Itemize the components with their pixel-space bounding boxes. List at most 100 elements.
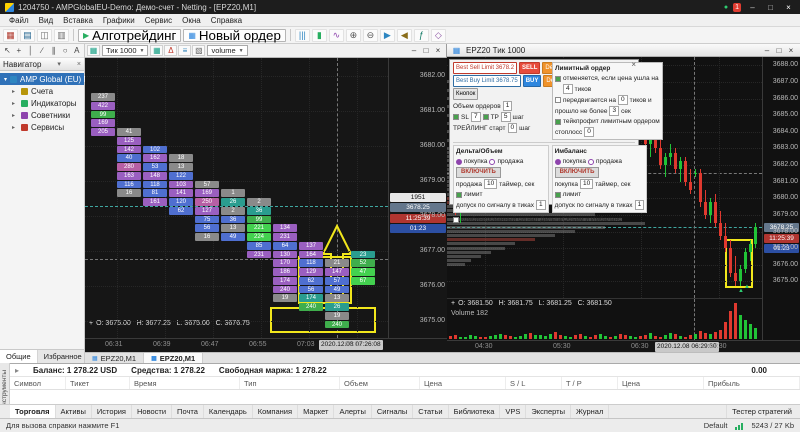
text-icon[interactable]: A	[71, 45, 82, 56]
delta-tolerance-input[interactable]: 1	[535, 200, 546, 210]
menu-item-справка[interactable]: Справка	[206, 16, 247, 25]
menu-item-вставка[interactable]: Вставка	[58, 16, 98, 25]
bar-chart-icon[interactable]: |||	[294, 28, 310, 42]
buttons-toggle-button[interactable]: Кнопок	[453, 88, 479, 100]
profile-selector[interactable]: Default	[704, 421, 728, 430]
zoom-in-icon[interactable]: ⊕	[345, 28, 361, 42]
maximize-button[interactable]: □	[764, 3, 777, 12]
vertical-line-icon[interactable]: │	[25, 45, 36, 56]
navigator-close-icon[interactable]: ×	[77, 61, 81, 68]
column-header[interactable]: Время	[130, 377, 240, 389]
elapsed-input[interactable]: 3	[609, 106, 620, 116]
best-sell-limit-button[interactable]: Best Sell Limit 3678.2	[453, 62, 518, 74]
child-restore-button[interactable]: □	[420, 46, 432, 55]
sl-input[interactable]: 7	[470, 112, 481, 122]
stoploss-input[interactable]: 0	[584, 127, 594, 137]
cluster-settings-icon[interactable]: ▧	[192, 45, 206, 56]
imbalance-limit-checkbox[interactable]	[554, 191, 561, 198]
imbalance-timer-input[interactable]: 10	[580, 179, 594, 189]
tick-time-axis[interactable]: 2020.12.08 06:29:30 04:30 05:30 06:30 07:30	[447, 340, 800, 352]
indicators-icon[interactable]: ƒ	[413, 28, 429, 42]
toolbox-tab-Торговля[interactable]: Торговля	[10, 405, 56, 418]
ellipse-icon[interactable]: ○	[60, 45, 71, 56]
column-header[interactable]: S / L	[506, 377, 562, 389]
imbalance-enable-button[interactable]: ВКЛЮЧИТЬ	[554, 167, 600, 178]
new-chart-icon[interactable]: ▦	[3, 28, 18, 42]
crosshair-icon[interactable]: +	[14, 45, 25, 56]
child-close-button[interactable]: ×	[785, 46, 797, 55]
cluster-price-scale[interactable]: 1951 3678.25 11:25:39 01:23 3682.00 3681.…	[388, 58, 447, 338]
column-header[interactable]: Прибыль	[704, 377, 800, 389]
toolbox-tab-Сигналы[interactable]: Сигналы	[372, 405, 414, 418]
sidebar-item[interactable]: ▾ AMP Global (EU) MT5	[0, 73, 99, 85]
menu-item-сервис[interactable]: Сервис	[140, 16, 177, 25]
delta-enable-button[interactable]: ВКЛЮЧИТЬ	[456, 167, 501, 178]
notification-badge[interactable]: 1	[733, 2, 741, 12]
chart-tab[interactable]: ▦ EPZ20,M1	[144, 353, 204, 363]
new-order-button[interactable]: ▦ Новый ордер	[183, 28, 286, 43]
tp-checkbox[interactable]	[482, 114, 489, 120]
objects-icon[interactable]: ◇	[430, 28, 446, 42]
limit-cancel-input[interactable]: 4	[563, 84, 573, 94]
chart-shift-icon[interactable]: ◀	[396, 28, 412, 42]
strategy-tester-tab[interactable]: Тестер стратегий	[726, 405, 800, 418]
imbalance-sell-radio[interactable]	[588, 158, 595, 165]
navigator-tab-Общие[interactable]: Общие	[0, 350, 38, 363]
delta-limit-checkbox[interactable]	[456, 191, 462, 198]
panel-close-icon[interactable]: ×	[631, 60, 636, 69]
sell-button[interactable]: SELL	[519, 62, 541, 74]
expand-icon[interactable]: ▸	[15, 366, 19, 375]
child-minimize-button[interactable]: –	[761, 46, 773, 55]
toolbox-tab-Активы[interactable]: Активы	[56, 405, 92, 418]
tp-input[interactable]: 5	[500, 112, 511, 122]
combined-signal-checkbox[interactable]	[453, 216, 459, 223]
channel-icon[interactable]: ∥	[48, 45, 59, 56]
chart-tab[interactable]: ▦ EPZ20,M1	[85, 353, 145, 363]
order-volume-input[interactable]: 1	[502, 101, 513, 111]
expand-icon[interactable]: ▸	[12, 100, 18, 107]
tick-period-combo[interactable]: Тик 1000 ▼	[102, 45, 149, 56]
volume-mode-combo[interactable]: volume ▼	[207, 45, 248, 56]
sidebar-item[interactable]: ▸ Счета	[0, 85, 84, 97]
expand-icon[interactable]: ▾	[4, 76, 7, 83]
toolbox-tab-Журнал[interactable]: Журнал	[571, 405, 610, 418]
navigator-tab-Избранное[interactable]: Избранное	[38, 350, 89, 363]
expand-icon[interactable]: ▸	[12, 112, 18, 119]
close-button[interactable]: ×	[782, 3, 795, 12]
menu-item-файл[interactable]: Файл	[4, 16, 34, 25]
imbalance-tolerance-input[interactable]: 1	[634, 200, 645, 210]
autoscroll-icon[interactable]: ▶	[379, 28, 395, 42]
toolbox-tab-Алерты[interactable]: Алерты	[334, 405, 372, 418]
column-header[interactable]: Цена	[420, 377, 506, 389]
delta-buy-radio[interactable]	[456, 158, 462, 165]
imbalance-buy-radio[interactable]	[554, 158, 561, 165]
column-header[interactable]: T / P	[562, 377, 618, 389]
expand-icon[interactable]: ▸	[12, 124, 18, 131]
column-header[interactable]: Символ	[10, 377, 66, 389]
trailing-input[interactable]: 0	[507, 123, 518, 133]
cluster-chart-plot[interactable]: + O: 3675.00 H: 3677.25 L: 3675.00 C: 367…	[85, 58, 388, 338]
toolbox-tab-Статьи[interactable]: Статьи	[413, 405, 449, 418]
limit-move-checkbox[interactable]	[555, 97, 561, 103]
navigator-toggle-icon[interactable]: ▥	[54, 28, 69, 42]
menu-item-графики[interactable]: Графики	[98, 16, 140, 25]
cursor-icon[interactable]: ↖	[2, 45, 13, 56]
toolbox-tab-Новости[interactable]: Новости	[132, 405, 173, 418]
sidebar-item[interactable]: ▸ Советники	[0, 109, 84, 121]
chart-profiles-icon[interactable]: ▤	[20, 28, 35, 42]
menu-item-вид[interactable]: Вид	[34, 16, 58, 25]
expand-icon[interactable]: ▸	[12, 88, 18, 95]
toolbox-tab-Эксперты[interactable]: Эксперты	[526, 405, 571, 418]
child-restore-button[interactable]: □	[773, 46, 785, 55]
toolbox-tab-Календарь[interactable]: Календарь	[204, 405, 253, 418]
menu-item-окна[interactable]: Окна	[177, 16, 206, 25]
candlestick-icon[interactable]: ▮	[311, 28, 327, 42]
limit-cancel-checkbox[interactable]	[555, 75, 561, 82]
tick-price-scale[interactable]: 3678.25 11:25:39 01:23 3688.00 3687.00 368…	[762, 57, 800, 340]
limit-move-input[interactable]: 0	[618, 95, 628, 105]
column-header[interactable]: Тикет	[66, 377, 130, 389]
buy-button[interactable]: BUY	[522, 75, 542, 87]
toolbox-tab-Библиотека[interactable]: Библиотека	[449, 405, 501, 418]
best-buy-limit-button[interactable]: Best Buy Limit 3678.75	[453, 75, 521, 87]
sidebar-item[interactable]: ▸ Индикаторы	[0, 97, 84, 109]
